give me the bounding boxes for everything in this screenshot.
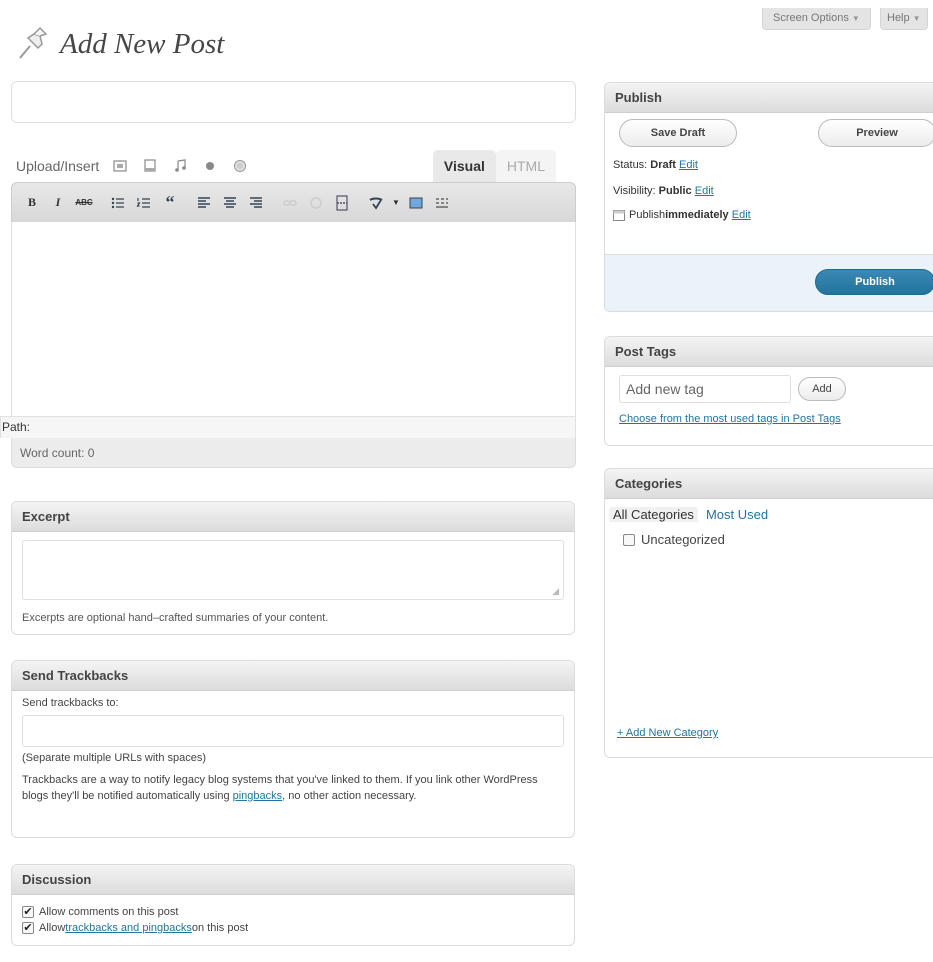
page-title: Add New Post [60, 27, 225, 60]
tab-html[interactable]: HTML [495, 150, 556, 182]
save-draft-button[interactable]: Save Draft [619, 119, 737, 147]
chevron-down-icon[interactable]: ▼ [390, 191, 402, 215]
calendar-icon [613, 210, 625, 221]
trackbacks-input[interactable] [22, 715, 564, 747]
categories-box: Categories All Categories Most Used Unca… [604, 468, 933, 758]
word-count: Word count: 0 [11, 438, 576, 468]
allow-trackbacks-row: ✔ Allow trackbacks and pingbacks on this … [22, 920, 249, 936]
post-status: Status: Draft Edit [613, 159, 698, 171]
add-image-icon[interactable] [109, 155, 131, 177]
tab-visual[interactable]: Visual [432, 150, 496, 182]
post-title-input[interactable] [11, 81, 576, 123]
pingbacks-link[interactable]: pingbacks [233, 790, 283, 802]
edit-schedule-link[interactable]: Edit [732, 209, 751, 221]
category-label: Uncategorized [641, 532, 725, 547]
align-left-icon[interactable] [192, 191, 216, 215]
page-header: Add New Post [12, 22, 224, 66]
category-item: Uncategorized [605, 522, 933, 547]
fullscreen-icon[interactable] [404, 191, 428, 215]
screen-options-button[interactable]: Screen Options ▼ [762, 8, 871, 30]
post-visibility: Visibility: Public Edit [613, 185, 714, 197]
category-checkbox[interactable] [623, 533, 635, 546]
trackbacks-title[interactable]: Send Trackbacks [12, 661, 574, 691]
excerpt-hint: Excerpts are optional hand–crafted summa… [22, 612, 329, 624]
publish-schedule: Publish immediately Edit [613, 209, 933, 221]
post-tags-box: Post Tags Add new tag Add Choose from th… [604, 336, 933, 446]
resize-grip-icon[interactable]: ◢ [552, 586, 559, 597]
bold-icon[interactable]: B [20, 191, 44, 215]
italic-icon[interactable]: I [46, 191, 70, 215]
trackbacks-box: Send Trackbacks Send trackbacks to: (Sep… [11, 660, 575, 838]
excerpt-title[interactable]: Excerpt [12, 502, 574, 532]
blockquote-icon[interactable]: “ [158, 191, 182, 215]
new-tag-input[interactable]: Add new tag [619, 375, 791, 403]
add-new-category-link[interactable]: + Add New Category [617, 727, 718, 739]
align-right-icon[interactable] [244, 191, 268, 215]
strikethrough-icon[interactable]: ABC [72, 191, 96, 215]
allow-trackbacks-checkbox[interactable]: ✔ [22, 922, 34, 934]
screen-options-label: Screen Options [773, 12, 849, 24]
post-tags-title[interactable]: Post Tags [605, 337, 933, 367]
trackbacks-label: Send trackbacks to: [22, 697, 119, 709]
upload-insert-label: Upload/Insert [16, 158, 100, 174]
preview-button[interactable]: Preview [818, 119, 933, 147]
add-tag-button[interactable]: Add [798, 377, 846, 401]
categories-title[interactable]: Categories [605, 469, 933, 499]
allow-comments-row: ✔ Allow comments on this post [22, 904, 564, 920]
align-center-icon[interactable] [218, 191, 242, 215]
pushpin-icon [19, 26, 48, 59]
publish-box: Publish Save Draft Preview Status: Draft… [604, 82, 933, 312]
excerpt-textarea[interactable]: ◢ [22, 540, 564, 600]
editor-toolbar: B I ABC “ ▼ [11, 182, 576, 222]
edit-status-link[interactable]: Edit [679, 159, 698, 171]
add-media-icon[interactable] [199, 155, 221, 177]
edit-visibility-link[interactable]: Edit [695, 185, 714, 197]
trackbacks-separate-hint: (Separate multiple URLs with spaces) [22, 752, 207, 764]
tab-all-categories[interactable]: All Categories [609, 507, 698, 522]
unlink-icon[interactable] [304, 191, 328, 215]
trackbacks-pingbacks-link[interactable]: trackbacks and pingbacks [65, 920, 192, 936]
publish-title[interactable]: Publish [605, 83, 933, 113]
chevron-down-icon: ▼ [851, 14, 860, 23]
excerpt-box: Excerpt ◢ Excerpts are optional hand–cra… [11, 501, 575, 635]
help-label: Help [887, 12, 910, 24]
allow-comments-checkbox[interactable]: ✔ [22, 906, 34, 918]
add-other-media-icon[interactable] [229, 155, 251, 177]
kitchen-sink-icon[interactable] [430, 191, 454, 215]
bullet-list-icon[interactable] [106, 191, 130, 215]
numbered-list-icon[interactable] [132, 191, 156, 215]
trackbacks-description: Trackbacks are a way to notify legacy bl… [22, 774, 538, 802]
add-video-icon[interactable] [139, 155, 161, 177]
post-editor: Upload/Insert Visual HTML B I ABC “ ▼ Pa… [0, 150, 576, 468]
insert-more-icon[interactable] [330, 191, 354, 215]
discussion-box: Discussion ✔ Allow comments on this post … [11, 864, 575, 946]
chevron-down-icon: ▼ [912, 14, 921, 23]
editor-path: Path: [0, 416, 576, 438]
tab-most-used[interactable]: Most Used [702, 507, 772, 522]
allow-comments-label: Allow comments on this post [39, 906, 179, 918]
spellcheck-icon[interactable] [364, 191, 388, 215]
insert-link-icon[interactable] [278, 191, 302, 215]
publish-button[interactable]: Publish [815, 269, 933, 295]
editor-content-area[interactable] [11, 222, 576, 416]
help-button[interactable]: Help ▼ [880, 8, 928, 30]
add-audio-icon[interactable] [169, 155, 191, 177]
discussion-title[interactable]: Discussion [12, 865, 574, 895]
choose-tags-link[interactable]: Choose from the most used tags in Post T… [619, 413, 930, 425]
